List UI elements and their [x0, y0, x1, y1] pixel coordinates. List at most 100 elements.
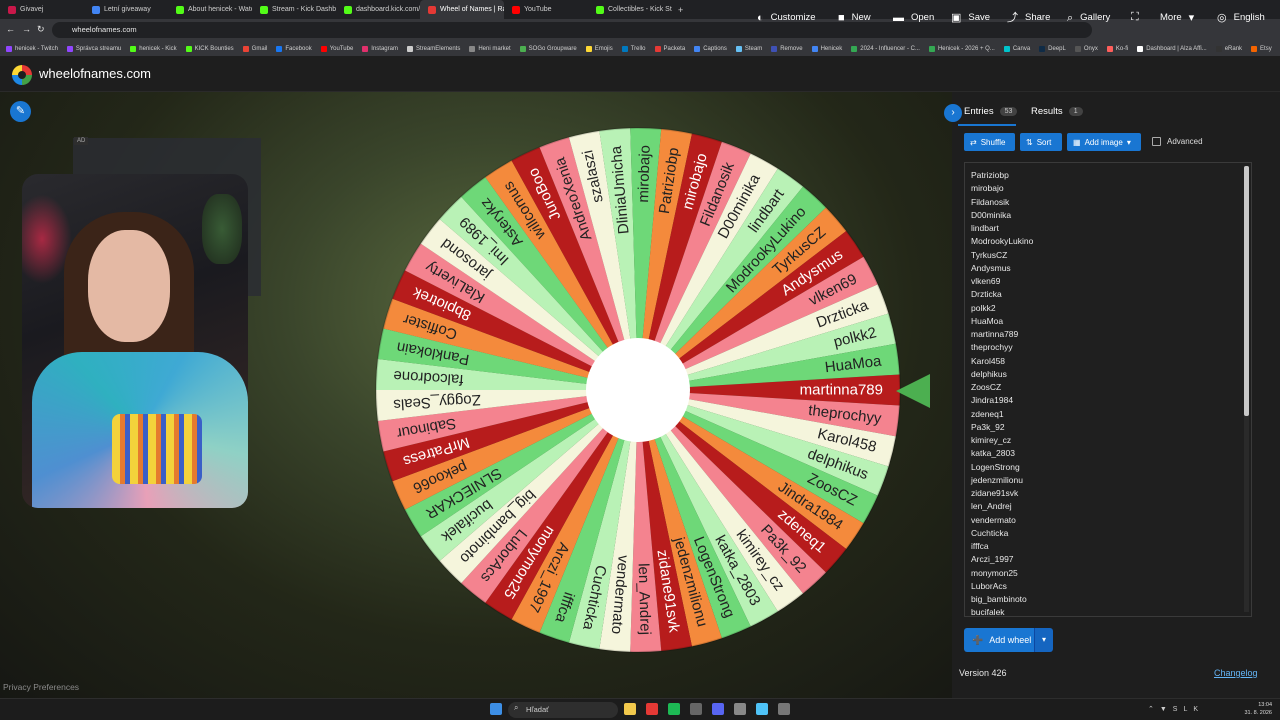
browser-tab[interactable]: Givavej: [0, 0, 84, 19]
entry-line[interactable]: ModrookyLukino: [971, 235, 1251, 248]
bookmark-item[interactable]: Správca streamu: [66, 45, 121, 52]
entry-line[interactable]: bucifalek: [971, 606, 1251, 616]
browser-tab[interactable]: About henicek - Watch Li: [168, 0, 252, 19]
bookmark-item[interactable]: Etsy: [1251, 45, 1272, 52]
nav-fullscreen-button[interactable]: ⛶: [1131, 12, 1139, 23]
spotify-icon[interactable]: [668, 703, 680, 715]
bookmark-item[interactable]: Ko-fi: [1106, 45, 1128, 52]
bookmark-item[interactable]: Trello: [621, 45, 646, 52]
entry-line[interactable]: ZoosCZ: [971, 381, 1251, 394]
bookmark-item[interactable]: Henicek: [811, 45, 842, 52]
advanced-checkbox[interactable]: Advanced: [1152, 137, 1203, 146]
wheel-center-hub[interactable]: [586, 338, 690, 442]
entry-line[interactable]: martinna789: [971, 328, 1251, 341]
entries-textarea[interactable]: Patriziobp mirobajo Fildanosik D00minika lin…: [964, 162, 1252, 617]
tab-entries[interactable]: Entries 53: [964, 106, 1018, 117]
entry-line[interactable]: polkk2: [971, 302, 1251, 315]
entry-line[interactable]: HuaMoa: [971, 315, 1251, 328]
bookmark-item[interactable]: henicek - Kick: [130, 45, 177, 52]
nav-share-button[interactable]: ⤴ Share: [1007, 12, 1050, 23]
entry-line[interactable]: D00minika: [971, 209, 1251, 222]
clock[interactable]: 13:04 31. 8. 2026: [1244, 701, 1272, 717]
reload-icon[interactable]: ↻: [37, 24, 45, 35]
bookmark-item[interactable]: henicek - Twitch: [6, 45, 58, 52]
browser-tab[interactable]: Letní giveaway: [84, 0, 168, 19]
language-indicator[interactable]: SLK: [1173, 706, 1204, 713]
bookmark-item[interactable]: Steam: [735, 45, 762, 52]
name-wheel[interactable]: martinna789theprochyyKarol458delphikusZo…: [374, 126, 902, 654]
entry-line[interactable]: Patriziobp: [971, 169, 1251, 182]
system-tray-icons[interactable]: ⌃▼SLK: [1148, 705, 1204, 713]
edit-pencil-icon[interactable]: ✎: [10, 101, 31, 122]
sort-button[interactable]: ⇅ Sort: [1020, 133, 1062, 151]
app2-icon[interactable]: [778, 703, 790, 715]
entry-line[interactable]: monymon25: [971, 567, 1251, 580]
collapse-panel-icon[interactable]: ›: [944, 104, 962, 122]
bookmark-item[interactable]: Gmail: [242, 45, 267, 52]
nav-save-button[interactable]: ▣ Save: [951, 12, 990, 23]
nav-gallery-button[interactable]: ⌕ Gallery: [1067, 12, 1110, 23]
entry-line[interactable]: theprochyy: [971, 341, 1251, 354]
bookmark-item[interactable]: Packeta: [654, 45, 685, 52]
bookmark-item[interactable]: Henicek - 2026 + Q...: [928, 45, 995, 52]
entry-line[interactable]: Pa3k_92: [971, 421, 1251, 434]
nav-english-button[interactable]: ◎ English: [1217, 12, 1265, 23]
nav-new-button[interactable]: ■ New: [838, 12, 871, 23]
new-tab-icon[interactable]: +: [678, 5, 683, 15]
entry-line[interactable]: jedenzmilionu: [971, 474, 1251, 487]
entry-line[interactable]: TyrkusCZ: [971, 249, 1251, 262]
bookmark-item[interactable]: Heni market: [469, 45, 511, 52]
entry-line[interactable]: LuborAcs: [971, 580, 1251, 593]
nav-customize-button[interactable]: ◐ Customize: [757, 12, 816, 23]
entry-line[interactable]: Arczi_1997: [971, 553, 1251, 566]
nav-more-button[interactable]: More ▾: [1160, 12, 1194, 23]
privacy-preferences-link[interactable]: Privacy Preferences: [3, 682, 79, 692]
bookmark-item[interactable]: Instagram: [362, 45, 398, 52]
bookmark-item[interactable]: YouTube: [320, 45, 353, 52]
site-title[interactable]: wheelofnames.com: [39, 66, 151, 81]
tab-results[interactable]: Results 1: [1031, 106, 1083, 117]
entry-line[interactable]: katka_2803: [971, 447, 1251, 460]
bookmark-item[interactable]: Dashboard | Alza Affi...: [1137, 45, 1207, 52]
entry-line[interactable]: vendermato: [971, 514, 1251, 527]
wheel-logo-icon[interactable]: [12, 65, 32, 85]
windows-start-icon[interactable]: [490, 703, 502, 715]
entry-line[interactable]: ifffca: [971, 540, 1251, 553]
bookmark-item[interactable]: StreamElements: [406, 45, 460, 52]
changelog-link[interactable]: Changelog: [1214, 668, 1258, 678]
bookmark-item[interactable]: Emojis: [585, 45, 613, 52]
settings-icon[interactable]: [734, 703, 746, 715]
notepad-icon[interactable]: [756, 703, 768, 715]
entry-line[interactable]: Fildanosik: [971, 196, 1251, 209]
entry-line[interactable]: Andysmus: [971, 262, 1251, 275]
entry-line[interactable]: mirobajo: [971, 182, 1251, 195]
entry-line[interactable]: kimirey_cz: [971, 434, 1251, 447]
entry-line[interactable]: zdeneq1: [971, 408, 1251, 421]
browser-tab[interactable]: dashboard.kick.com/pop: [336, 0, 420, 19]
back-icon[interactable]: ←: [6, 24, 15, 34]
forward-icon[interactable]: →: [22, 24, 31, 34]
bookmark-item[interactable]: KICK Bounties: [185, 45, 234, 52]
entry-line[interactable]: Cuchticka: [971, 527, 1251, 540]
add-wheel-button[interactable]: ➕ Add wheel: [964, 628, 1034, 652]
entry-line[interactable]: big_bambinoto: [971, 593, 1251, 606]
entry-line[interactable]: vlken69: [971, 275, 1251, 288]
browser-tab[interactable]: Wheel of Names | Rando: [420, 0, 504, 19]
entry-line[interactable]: lindbart: [971, 222, 1251, 235]
app-icon[interactable]: [690, 703, 702, 715]
add-image-button[interactable]: ▦ Add image ▾: [1067, 133, 1141, 151]
bookmark-item[interactable]: Remove: [771, 45, 803, 52]
browser-tab[interactable]: Collectibles - Kick Stream: [588, 0, 672, 19]
bookmark-item[interactable]: Canva: [1003, 45, 1030, 52]
entry-line[interactable]: zidane91svk: [971, 487, 1251, 500]
file-explorer-icon[interactable]: [624, 703, 636, 715]
entry-line[interactable]: Karol458: [971, 355, 1251, 368]
discord-icon[interactable]: [712, 703, 724, 715]
bookmark-item[interactable]: eRank: [1215, 45, 1242, 52]
entry-line[interactable]: LogenStrong: [971, 461, 1251, 474]
url-field[interactable]: wheelofnames.com: [52, 22, 1092, 38]
bookmark-item[interactable]: Onyx: [1074, 45, 1098, 52]
browser-tab[interactable]: Stream - Kick Dashboard: [252, 0, 336, 19]
entry-line[interactable]: len_Andrej: [971, 500, 1251, 513]
browser-tab[interactable]: YouTube: [504, 0, 588, 19]
